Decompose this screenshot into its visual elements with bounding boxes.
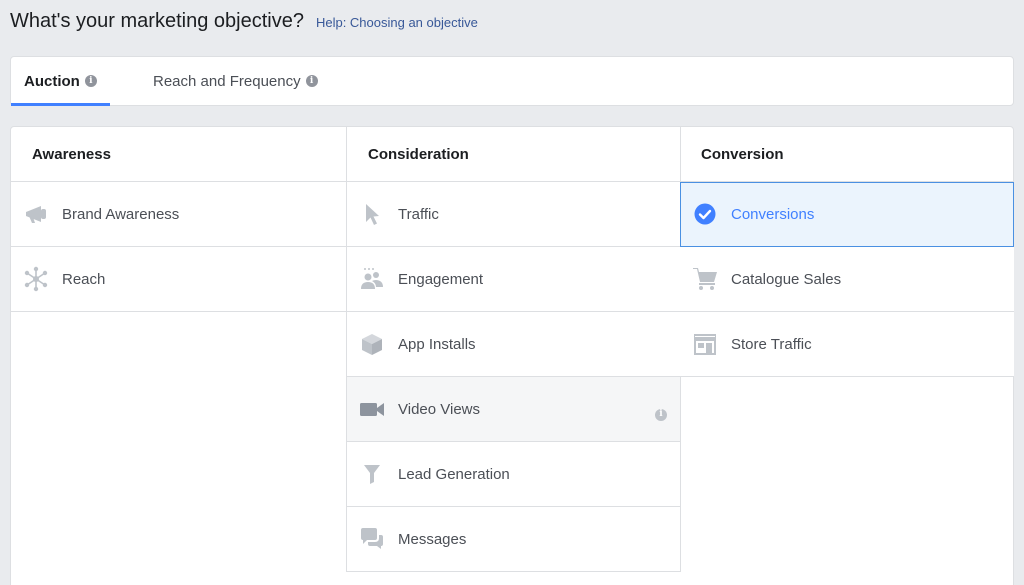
- objective-label: Video Views: [398, 400, 481, 418]
- shopping-cart-icon: [692, 266, 718, 292]
- video-camera-icon: [359, 396, 385, 422]
- objective-catalogue-sales[interactable]: Catalogue Sales: [680, 247, 1014, 312]
- info-icon[interactable]: i: [655, 408, 667, 421]
- chat-bubbles-icon: [359, 526, 385, 552]
- column-heading: Awareness: [11, 127, 346, 182]
- objective-label: Brand Awareness: [62, 205, 180, 223]
- objective-label: App Installs: [398, 335, 476, 353]
- objective-label: Engagement: [398, 270, 484, 288]
- cursor-icon: [359, 201, 385, 227]
- checkmark-circle-icon: [692, 201, 718, 227]
- objective-lead-generation[interactable]: Lead Generation: [347, 442, 680, 507]
- box-icon: [359, 331, 385, 357]
- reach-icon: [23, 266, 49, 292]
- column-heading: Conversion: [680, 127, 1014, 182]
- objective-label: Reach: [62, 270, 106, 288]
- column-heading: Consideration: [347, 127, 680, 182]
- objective-label: Store Traffic: [731, 335, 812, 353]
- objective-label: Messages: [398, 530, 467, 548]
- info-icon[interactable]: i: [84, 75, 97, 87]
- page-header: What's your marketing objective? Help: C…: [10, 10, 478, 33]
- objective-engagement[interactable]: Engagement: [347, 247, 680, 312]
- tab-label: Auction: [24, 72, 80, 90]
- objective-conversions[interactable]: Conversions: [680, 182, 1014, 247]
- objective-brand-awareness[interactable]: Brand Awareness: [11, 182, 346, 247]
- tab-reach-and-frequency[interactable]: Reach and Frequency i: [153, 57, 318, 105]
- objective-video-views[interactable]: Video Views i: [347, 377, 680, 442]
- page-title: What's your marketing objective?: [10, 10, 304, 32]
- info-icon[interactable]: i: [305, 75, 318, 87]
- people-icon: [359, 266, 385, 292]
- objective-app-installs[interactable]: App Installs: [347, 312, 680, 377]
- objective-label: Catalogue Sales: [731, 270, 842, 288]
- objective-traffic[interactable]: Traffic: [347, 182, 680, 247]
- objective-label: Traffic: [398, 205, 439, 223]
- tab-auction[interactable]: Auction i: [11, 57, 111, 106]
- objective-grid: Awareness Brand Awareness Reach Consider…: [10, 126, 1014, 585]
- help-link[interactable]: Help: Choosing an objective: [316, 15, 478, 30]
- consideration-column: Consideration Traffic Engagement App Ins…: [346, 127, 681, 572]
- storefront-icon: [692, 331, 718, 357]
- conversion-column: Conversion Conversions Catalogue Sales S…: [680, 127, 1014, 377]
- tab-label: Reach and Frequency: [153, 72, 301, 90]
- awareness-column: Awareness Brand Awareness Reach: [11, 127, 346, 312]
- objective-label: Lead Generation: [398, 465, 510, 483]
- buying-type-tabs: Auction i Reach and Frequency i: [10, 56, 1014, 106]
- objective-store-traffic[interactable]: Store Traffic: [680, 312, 1014, 377]
- megaphone-icon: [23, 201, 49, 227]
- objective-messages[interactable]: Messages: [347, 507, 680, 572]
- objective-label: Conversions: [731, 205, 815, 223]
- funnel-icon: [359, 461, 385, 487]
- objective-reach[interactable]: Reach: [11, 247, 346, 312]
- video-views-info: i: [655, 403, 667, 421]
